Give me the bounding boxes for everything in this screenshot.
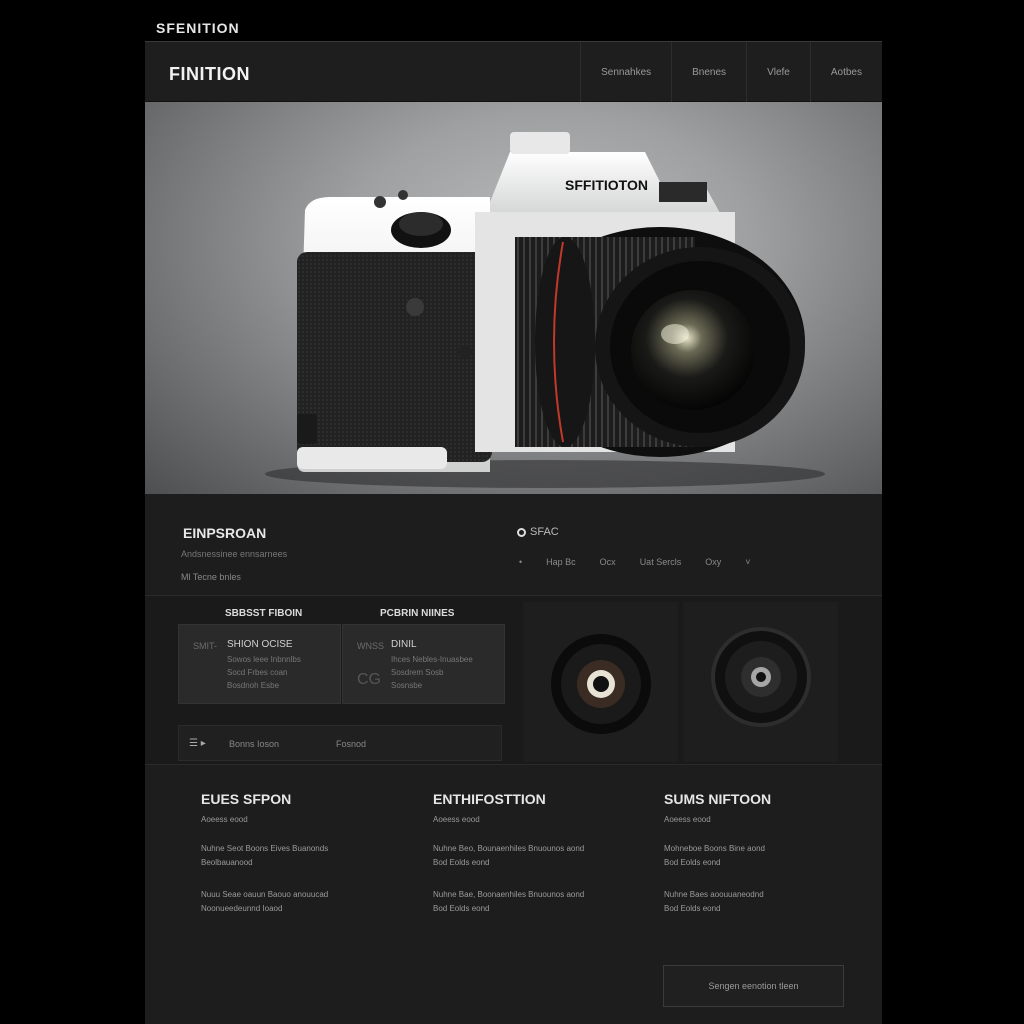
text-line: Beolbauanood [201,858,253,867]
menu-icon[interactable]: ☰ ▸ [189,738,206,749]
lens-glass [631,290,755,410]
card-prefix: SMIT- [193,641,217,651]
column-subtitle: Aoeess eood [664,815,711,824]
spec-item-4[interactable]: Oxy [705,557,721,567]
camera-button [406,298,424,316]
card-line-2: Sosdrem Sosb [391,668,444,677]
column-title: SUMS NIFTOON [664,791,772,807]
column-3: SUMS NIFTOON Aoeess eood Mohneboe Boons … [664,791,854,916]
camera-illustration: SFFITIOTON [265,132,825,488]
info-title: EINPSROAN [183,525,267,541]
info-columns: EUES SFPON Aoeess eood Nuhne Seot Boons … [145,764,882,1024]
column-text-1: Mohneboe Boons Bine aond Bod Eolds eond [664,842,854,870]
text-line: Nuhne Beo, Bounaenhiles Bnuounos aond [433,844,585,853]
filter-bar-label-1: Bonns Ioson [229,739,280,749]
feature-heading-left: SBBSST FIBOIN [225,608,303,619]
lens-thumbnail-2[interactable] [683,602,838,762]
feature-card-2[interactable]: WNSS DINIL Ihces Nebles-Inuasbee Sosdrem… [342,624,505,704]
column-subtitle: Aoeess eood [201,815,248,824]
text-line: Bod Eolds eond [664,904,721,913]
card-line-1: Sowos leee Inbnnlbs [227,655,301,664]
text-line: Bod Eolds eond [664,858,721,867]
column-text-1: Nuhne Seot Boons Eives Buanonds Beolbaua… [201,842,391,870]
card-glyph: CG [357,671,381,688]
text-line: Nuuu Seae oauun Baouo anouucad [201,890,329,899]
camera-brand-text: SFFITIOTON [565,177,648,193]
spec-label-text: SFAC [530,526,559,538]
text-line: Noonueedeunnd Ioaod [201,904,283,913]
camera-hotshoe [510,132,570,154]
card-line-3: Sosnsbe [391,681,423,690]
column-text-2: Nuhne Baes aoouuaneodnd Bod Eolds eond [664,888,854,916]
card-line-3: Bosdnoh Esbe [227,681,280,690]
camera-dial-right [659,182,707,202]
page: FINITION Sennahkes Bnenes Vlefe Aotbes S… [145,41,882,1024]
nav-item-1[interactable]: Sennahkes [580,42,671,102]
feature-heading-right: PCBRIN NIINES [380,608,455,619]
column-title: ENTHIFOSTTION [433,791,546,807]
nav-item-2[interactable]: Bnenes [671,42,746,102]
lens-icon [551,634,651,734]
column-text-2: Nuuu Seae oauun Baouo anouucad Noonueede… [201,888,391,916]
features-section: SBBSST FIBOIN PCBRIN NIINES SMIT- SHION … [145,597,882,765]
filter-bar[interactable]: ☰ ▸ Bonns Ioson Fosnod [178,725,502,761]
info-caption: Ml Tecne bnles [181,572,241,582]
cta-button[interactable]: Sengen eenotion tleen [663,965,844,1007]
column-text-1: Nuhne Beo, Bounaenhiles Bnuounos aond Bo… [433,842,623,870]
camera-base [297,447,447,469]
info-band: EINPSROAN Andsnessinee ennsarnees Ml Tec… [145,494,882,596]
column-subtitle: Aoeess eood [433,815,480,824]
lens-release-button [458,345,472,359]
info-subtitle: Andsnessinee ennsarnees [181,549,288,559]
brand-logo[interactable]: FINITION [169,64,250,85]
column-text-2: Nuhne Bae, Boonaenhiles Bnuounos aond Bo… [433,888,623,916]
site-label: SFENITION [156,20,240,36]
header: FINITION Sennahkes Bnenes Vlefe Aotbes [145,42,882,102]
nav: Sennahkes Bnenes Vlefe Aotbes [580,42,882,102]
chevron-down-icon[interactable]: ˅ [745,557,750,567]
text-line: Bod Eolds eond [433,904,490,913]
text-line: Nuhne Seot Boons Eives Buanonds [201,844,329,853]
lens-thumbnail-1[interactable] [523,602,678,762]
card-line-1: Ihces Nebles-Inuasbee [391,655,473,664]
card-title: DINIL [391,639,417,650]
column-2: ENTHIFOSTTION Aoeess eood Nuhne Beo, Bou… [433,791,623,916]
spec-item-3[interactable]: Uat Sercls [640,557,682,567]
text-line: Nuhne Bae, Boonaenhiles Bnuounos aond [433,890,585,899]
text-line: Bod Eolds eond [433,858,490,867]
camera-port [297,414,317,444]
lens-icon [711,627,811,727]
spec-item-2[interactable]: Ocx [600,557,616,567]
filter-bar-label-2: Fosnod [336,739,367,749]
nav-item-3[interactable]: Vlefe [746,42,810,102]
column-title: EUES SFPON [201,791,292,807]
text-line: Nuhne Baes aoouuaneodnd [664,890,764,899]
radio-icon[interactable] [517,527,526,537]
text-line: Mohneboe Boons Bine aond [664,844,765,853]
card-title: SHION OCISE [227,639,293,650]
column-1: EUES SFPON Aoeess eood Nuhne Seot Boons … [201,791,391,916]
spec-row: • Hap Bc Ocx Uat Sercls Oxy ˅ [519,557,750,567]
lens-reflection [661,324,689,344]
feature-card-1[interactable]: SMIT- SHION OCISE Sowos leee Inbnnlbs So… [178,624,341,704]
bullet-icon: • [519,557,523,567]
hero-banner: SFFITIOTON [145,102,882,494]
nav-item-4[interactable]: Aotbes [809,42,882,102]
card-prefix: WNSS [357,641,384,651]
spec-label: SFAC [517,526,559,538]
card-line-2: Socd Frbes coan [227,668,288,677]
spec-item-1[interactable]: Hap Bc [546,557,576,567]
